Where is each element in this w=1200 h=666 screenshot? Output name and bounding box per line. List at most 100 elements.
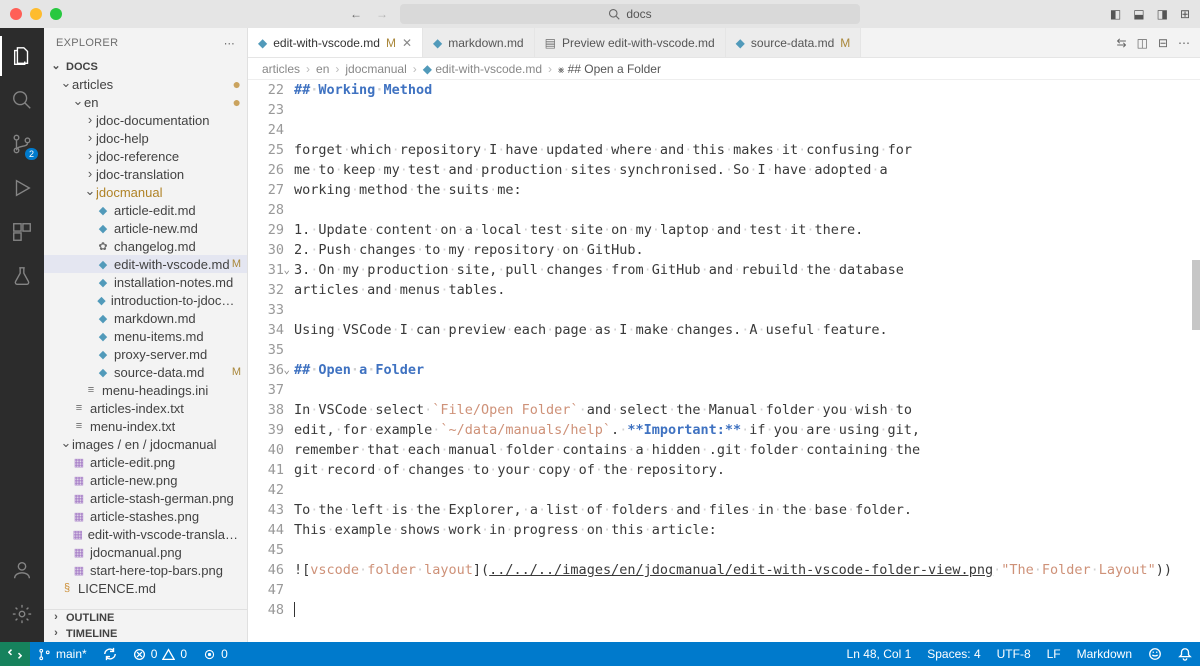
- status-cursor[interactable]: Ln 48, Col 1: [839, 647, 920, 661]
- breadcrumb-item[interactable]: en: [316, 62, 329, 76]
- file-tree[interactable]: ⌄articles●⌄en●›jdoc-documentation›jdoc-h…: [44, 75, 247, 609]
- breadcrumb-item[interactable]: articles: [262, 62, 300, 76]
- layout-secondary-icon[interactable]: ◨: [1157, 7, 1168, 21]
- command-center[interactable]: docs: [400, 4, 860, 24]
- editor-area: ◆edit-with-vscode.mdM✕◆markdown.md▤Previ…: [248, 28, 1200, 642]
- maximize-window-icon[interactable]: [50, 8, 62, 20]
- file-item[interactable]: ▦start-here-top-bars.png: [44, 561, 247, 579]
- explorer-title: EXPLORER: [56, 37, 118, 49]
- layout-customize-icon[interactable]: ⊞: [1180, 7, 1190, 21]
- file-item[interactable]: ◆edit-with-vscode.mdM: [44, 255, 247, 273]
- folder-item[interactable]: ›jdoc-reference: [44, 147, 247, 165]
- file-item[interactable]: ▦edit-with-vscode-translation.png: [44, 525, 247, 543]
- folder-item[interactable]: ›jdoc-help: [44, 129, 247, 147]
- folder-item[interactable]: ⌄en●: [44, 93, 247, 111]
- status-sync[interactable]: [95, 642, 125, 666]
- compare-icon[interactable]: ⇆: [1117, 36, 1127, 50]
- activity-testing[interactable]: [0, 256, 44, 296]
- activity-search[interactable]: [0, 80, 44, 120]
- command-center-text: docs: [626, 7, 651, 21]
- file-item[interactable]: ✿changelog.md: [44, 237, 247, 255]
- file-item[interactable]: ≡articles-index.txt: [44, 399, 247, 417]
- branch-icon: [38, 648, 51, 661]
- file-item[interactable]: ◆article-new.md: [44, 219, 247, 237]
- editor-tab[interactable]: ◆source-data.mdM: [726, 28, 862, 57]
- folder-item[interactable]: ⌄articles●: [44, 75, 247, 93]
- scm-badge: 2: [25, 148, 38, 160]
- file-item[interactable]: ◆article-edit.md: [44, 201, 247, 219]
- breadcrumb-item[interactable]: ◆ edit-with-vscode.md: [423, 62, 542, 76]
- activity-settings[interactable]: [0, 594, 44, 634]
- file-item[interactable]: ≡menu-headings.ini: [44, 381, 247, 399]
- activity-account[interactable]: [0, 550, 44, 590]
- titlebar: ← → docs ◧ ⬓ ◨ ⊞: [0, 0, 1200, 28]
- status-ports[interactable]: 0: [195, 642, 236, 666]
- timeline-section[interactable]: TIMELINE: [66, 628, 117, 640]
- code-editor[interactable]: 2223242526272829303132333435363738394041…: [248, 80, 1200, 642]
- file-item[interactable]: ◆menu-items.md: [44, 327, 247, 345]
- breadcrumbs[interactable]: articles›en›jdocmanual›◆ edit-with-vscod…: [248, 58, 1200, 80]
- split-down-icon[interactable]: ⊟: [1158, 36, 1168, 50]
- outline-section[interactable]: OUTLINE: [66, 612, 114, 624]
- file-item[interactable]: ◆source-data.mdM: [44, 363, 247, 381]
- activity-run[interactable]: [0, 168, 44, 208]
- file-item[interactable]: ◆proxy-server.md: [44, 345, 247, 363]
- extensions-icon: [11, 221, 33, 243]
- status-bar: main* 0 0 0 Ln 48, Col 1 Spaces: 4 UTF-8…: [0, 642, 1200, 666]
- remote-indicator[interactable]: [0, 642, 30, 666]
- radio-icon: [203, 648, 216, 661]
- activity-extensions[interactable]: [0, 212, 44, 252]
- split-icon[interactable]: ◫: [1137, 36, 1148, 50]
- folder-item[interactable]: ›jdoc-translation: [44, 165, 247, 183]
- breadcrumb-item[interactable]: jdocmanual: [345, 62, 406, 76]
- file-item[interactable]: ▦jdocmanual.png: [44, 543, 247, 561]
- status-encoding[interactable]: UTF-8: [989, 647, 1039, 661]
- account-icon: [11, 559, 33, 581]
- explorer-sidebar: EXPLORER ⋯ ⌄DOCS ⌄articles●⌄en●›jdoc-doc…: [44, 28, 248, 642]
- status-branch[interactable]: main*: [30, 642, 95, 666]
- window-controls[interactable]: [10, 8, 62, 20]
- file-item[interactable]: ◆installation-notes.md: [44, 273, 247, 291]
- feedback-icon: [1148, 647, 1162, 661]
- file-item[interactable]: ▦article-stashes.png: [44, 507, 247, 525]
- explorer-more-icon[interactable]: ⋯: [224, 37, 235, 50]
- code-content[interactable]: ##·Working·Methodforget·which·repository…: [294, 80, 1200, 642]
- file-item[interactable]: §LICENCE.md: [44, 579, 247, 597]
- editor-tabs: ◆edit-with-vscode.mdM✕◆markdown.md▤Previ…: [248, 28, 1200, 58]
- minimize-window-icon[interactable]: [30, 8, 42, 20]
- status-feedback[interactable]: [1140, 647, 1170, 661]
- activity-explorer[interactable]: [0, 36, 44, 76]
- activity-bar: 2: [0, 28, 44, 642]
- status-eol[interactable]: LF: [1039, 647, 1069, 661]
- folder-item[interactable]: ›jdoc-documentation: [44, 111, 247, 129]
- file-item[interactable]: ≡menu-index.txt: [44, 417, 247, 435]
- status-problems[interactable]: 0 0: [125, 642, 195, 666]
- editor-tab[interactable]: ▤Preview edit-with-vscode.md: [535, 28, 726, 57]
- file-item[interactable]: ▦article-edit.png: [44, 453, 247, 471]
- workspace-name[interactable]: DOCS: [66, 61, 98, 73]
- folder-item[interactable]: ⌄jdocmanual: [44, 183, 247, 201]
- status-bell[interactable]: [1170, 647, 1200, 661]
- layout-primary-icon[interactable]: ◧: [1110, 7, 1121, 21]
- file-item[interactable]: ▦article-stash-german.png: [44, 489, 247, 507]
- status-spaces[interactable]: Spaces: 4: [919, 647, 988, 661]
- close-window-icon[interactable]: [10, 8, 22, 20]
- layout-panel-icon[interactable]: ⬓: [1133, 7, 1144, 21]
- search-icon: [11, 89, 33, 111]
- editor-tab[interactable]: ◆edit-with-vscode.mdM✕: [248, 28, 423, 57]
- nav-forward-icon[interactable]: →: [376, 7, 388, 21]
- file-item[interactable]: ▦article-new.png: [44, 471, 247, 489]
- line-gutter[interactable]: 2223242526272829303132333435363738394041…: [248, 80, 294, 642]
- folder-item[interactable]: ⌄images / en / jdocmanual: [44, 435, 247, 453]
- close-tab-icon[interactable]: ✕: [402, 36, 412, 50]
- bell-icon: [1178, 647, 1192, 661]
- activity-scm[interactable]: 2: [0, 124, 44, 164]
- file-item[interactable]: ◆markdown.md: [44, 309, 247, 327]
- editor-tab[interactable]: ◆markdown.md: [423, 28, 535, 57]
- scrollbar[interactable]: [1192, 80, 1200, 642]
- file-item[interactable]: ◆introduction-to-jdocmanual....: [44, 291, 247, 309]
- more-icon[interactable]: ⋯: [1178, 36, 1190, 50]
- breadcrumb-item[interactable]: ⨳ ## Open a Folder: [558, 62, 661, 76]
- status-language[interactable]: Markdown: [1069, 647, 1140, 661]
- nav-back-icon[interactable]: ←: [350, 7, 362, 21]
